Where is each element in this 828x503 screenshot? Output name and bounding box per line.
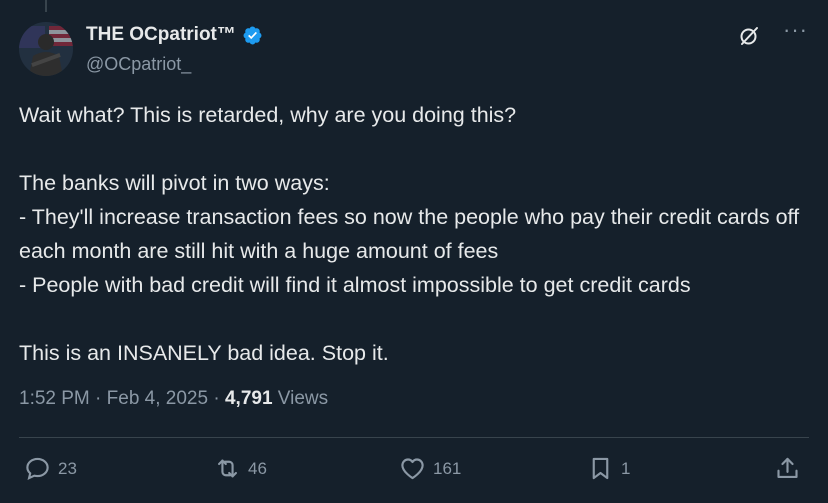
avatar-image [19,22,73,76]
views-label[interactable]: Views [278,388,328,409]
bookmark-button[interactable]: 1 [587,455,630,482]
like-button[interactable]: 161 [399,455,461,482]
like-icon [401,458,424,480]
bookmark-count: 1 [621,458,631,478]
like-count: 161 [433,458,462,478]
share-button[interactable] [774,455,801,482]
tweet-date[interactable]: Feb 4, 2025 [107,388,208,409]
share-icon [777,457,798,479]
repost-button[interactable]: 46 [214,455,267,482]
tweet-text: Wait what? This is retarded, why are you… [19,103,800,365]
divider [19,437,809,438]
reply-count: 23 [58,458,77,478]
verified-badge-icon[interactable] [242,25,263,46]
meta-separator: · [95,388,102,409]
meta-separator: · [213,388,220,409]
tweet-time[interactable]: 1:52 PM [19,388,90,409]
author-display-name[interactable]: THE OCpatriot™ [86,24,236,46]
reply-button[interactable]: 23 [24,455,77,482]
grok-icon[interactable] [737,24,761,48]
views-count[interactable]: 4,791 [225,388,273,409]
author-handle[interactable]: @OCpatriot_ [86,54,191,75]
more-icon[interactable]: ··· [783,19,808,41]
thread-connector-line [45,0,47,12]
bookmark-icon [592,457,609,480]
repost-count: 46 [248,458,267,478]
tweet-meta: 1:52 PM · Feb 4, 2025 · 4,791 Views [19,388,328,410]
avatar[interactable] [19,22,73,76]
action-bar: 23 46 161 1 [0,455,828,487]
repost-icon [217,459,238,478]
reply-icon [26,457,49,480]
